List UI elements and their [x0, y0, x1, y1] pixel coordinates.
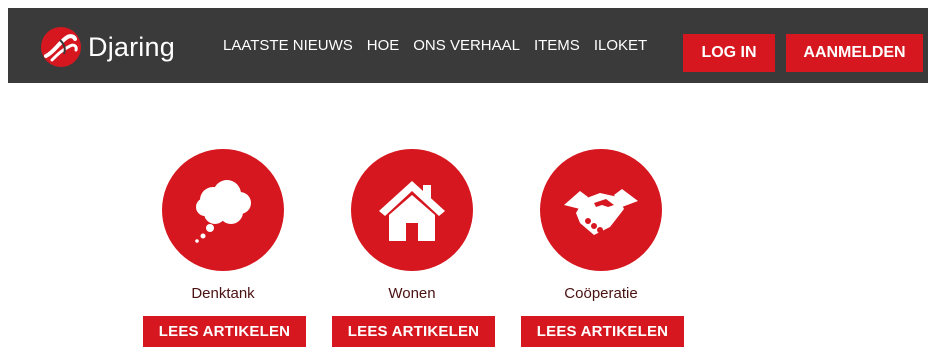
nav-item-laatste-nieuws[interactable]: LAATSTE NIEUWS [216, 36, 360, 56]
signup-button[interactable]: AANMELDEN [786, 34, 923, 72]
category-label: Wonen [388, 285, 436, 302]
category-icon-circle[interactable] [162, 149, 284, 271]
read-articles-button[interactable]: LEES ARTIKELEN [332, 316, 495, 347]
nav-item-ons-verhaal[interactable]: ONS VERHAAL [406, 36, 527, 56]
read-articles-button[interactable]: LEES ARTIKELEN [521, 316, 684, 347]
category-icon-circle[interactable] [351, 149, 473, 271]
login-button[interactable]: LOG IN [683, 34, 775, 72]
category-icon-circle[interactable] [540, 149, 662, 271]
thought-cloud-icon [195, 180, 251, 243]
nav-item-items[interactable]: ITEMS [527, 36, 587, 56]
nav-item-hoe[interactable]: HOE [360, 36, 407, 56]
main-nav: LAATSTE NIEUWS HOE ONS VERHAAL ITEMS ILO… [216, 36, 654, 56]
brand-logo-link[interactable]: Djaring [40, 26, 175, 68]
brand-name: Djaring [88, 31, 175, 62]
read-articles-button[interactable]: LEES ARTIKELEN [143, 316, 306, 347]
handshake-icon [564, 189, 638, 235]
category-label: Denktank [191, 285, 255, 302]
house-icon [379, 181, 445, 241]
nav-item-iloket[interactable]: ILOKET [587, 36, 654, 56]
category-label: Coöperatie [564, 285, 638, 302]
knot-logo-icon [41, 27, 81, 67]
top-navigation-bar: Djaring LAATSTE NIEUWS HOE ONS VERHAAL I… [8, 8, 928, 83]
